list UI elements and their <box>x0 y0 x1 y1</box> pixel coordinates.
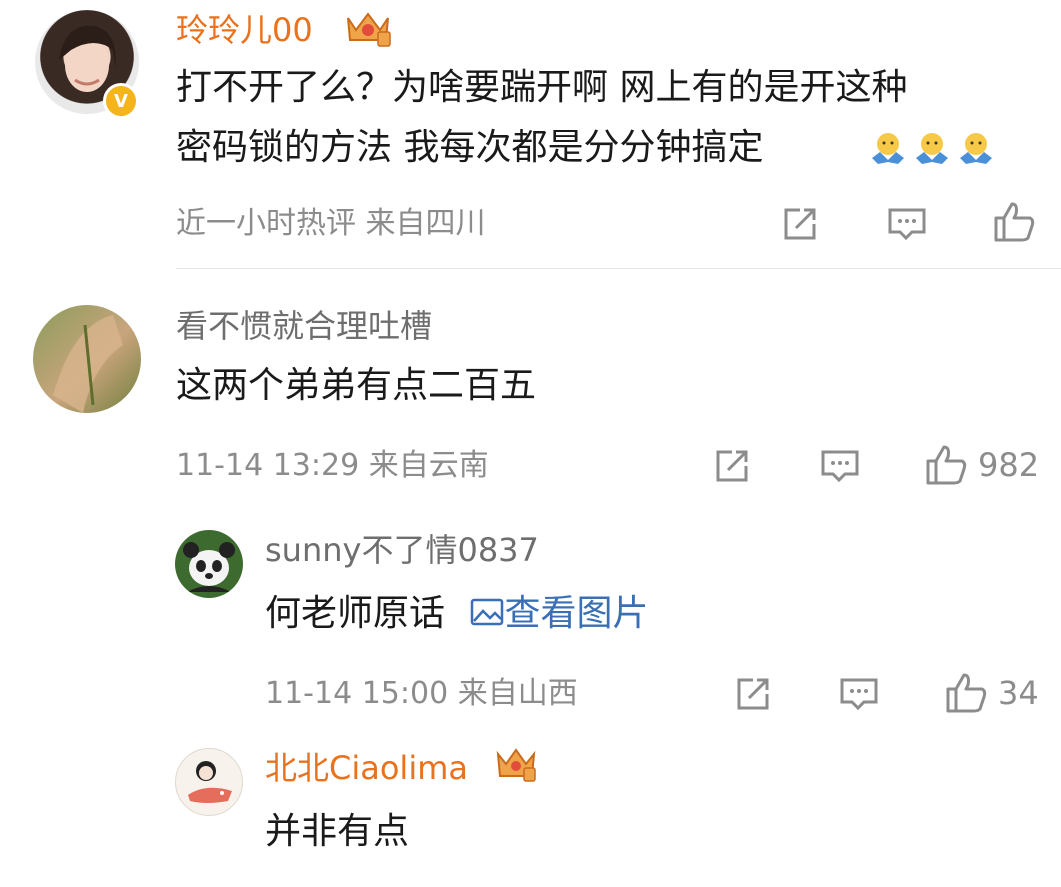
share-button[interactable] <box>780 204 820 244</box>
username[interactable]: 看不惯就合理吐槽 <box>176 306 432 346</box>
image-icon <box>471 598 504 626</box>
comment-button[interactable] <box>819 446 861 486</box>
comment-meta: 近一小时热评 来自四川 <box>176 206 486 241</box>
share-button[interactable] <box>712 446 752 486</box>
reply-text: 并非有点 <box>265 811 410 852</box>
divider <box>176 268 1061 269</box>
avatar[interactable] <box>175 748 243 816</box>
crown-badge-icon <box>342 8 394 52</box>
avatar[interactable] <box>33 305 141 413</box>
comment-icon <box>888 208 926 241</box>
comment-button[interactable] <box>838 674 880 714</box>
avatar[interactable] <box>175 530 243 598</box>
view-image-label: 查看图片 <box>504 593 649 634</box>
shrug-emoji-icon <box>868 128 996 168</box>
comment-text: 打不开了么？为啥要踹开啊 网上有的是开这种 <box>176 67 908 108</box>
share-button[interactable] <box>733 674 773 714</box>
crown-badge-icon <box>494 744 538 788</box>
like-count: 34 <box>998 674 1039 712</box>
view-image-link[interactable]: 查看图片 <box>470 593 648 634</box>
reply-text-body: 何老师原话 <box>265 593 446 634</box>
share-icon <box>784 208 816 240</box>
like-button[interactable]: 34 <box>944 671 1039 715</box>
reply-text: 何老师原话 查看图片 <box>265 584 648 644</box>
like-count: 982 <box>978 446 1040 484</box>
comment-icon <box>821 450 859 483</box>
comment-text: 密码锁的方法 我每次都是分分钟搞定 <box>176 127 764 168</box>
username[interactable]: 玲玲儿00 <box>176 10 313 50</box>
verified-badge: V <box>103 83 139 119</box>
share-icon <box>716 450 748 482</box>
share-icon <box>737 678 769 710</box>
reply-meta: 11-14 15:00 来自山西 <box>265 676 578 711</box>
like-icon <box>946 673 987 713</box>
like-button[interactable] <box>992 200 1046 244</box>
comment-text: 这两个弟弟有点二百五 <box>176 365 537 406</box>
username[interactable]: 北北Ciaolima <box>265 748 468 788</box>
like-button[interactable]: 982 <box>924 443 1039 487</box>
comment-icon <box>840 678 878 711</box>
username[interactable]: sunny不了情0837 <box>265 530 539 570</box>
comment-meta: 11-14 13:29 来自云南 <box>176 448 489 483</box>
like-icon <box>994 202 1035 242</box>
comment-button[interactable] <box>886 204 928 244</box>
like-icon <box>926 445 967 485</box>
